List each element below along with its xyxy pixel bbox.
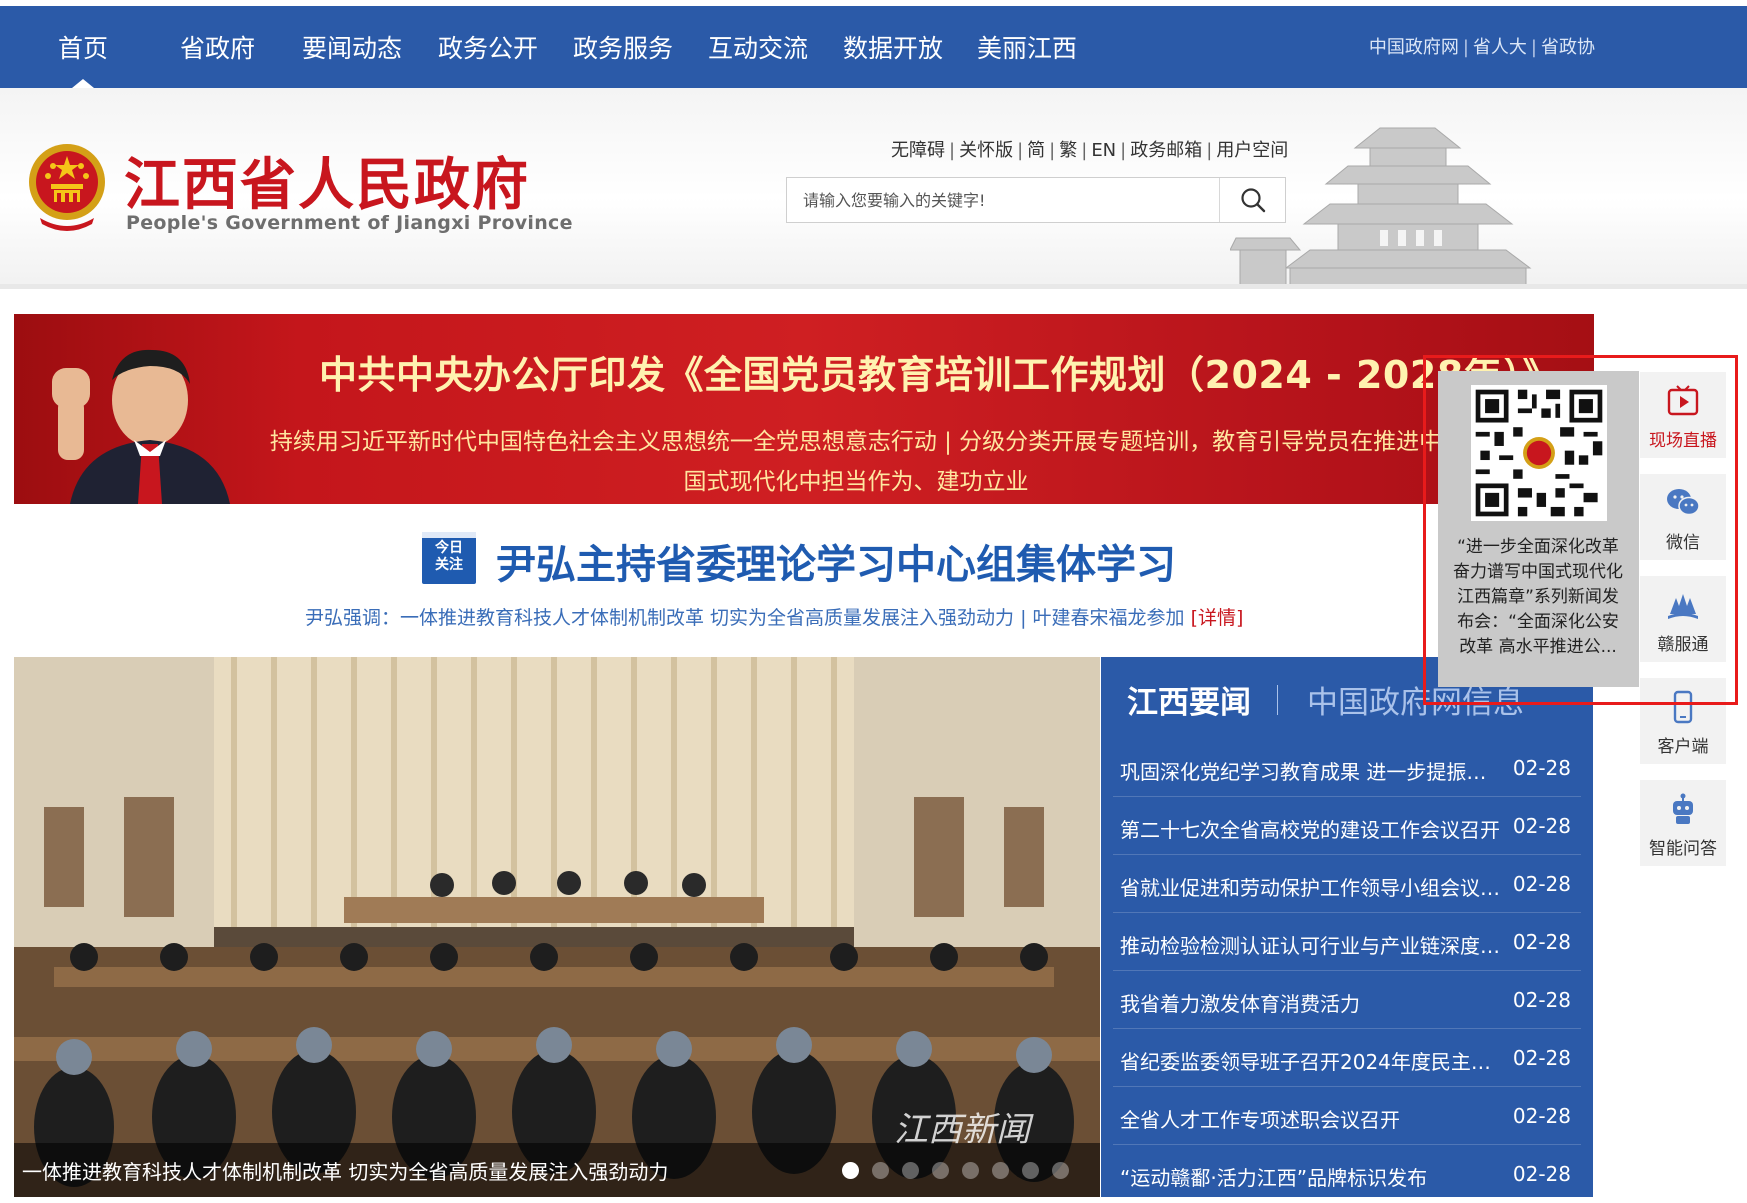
external-links: 中国政府网 | 省人大 | 省政协: [1368, 37, 1595, 58]
news-title[interactable]: 全省人才工作专项述职会议召开: [1120, 1104, 1500, 1133]
site-header: 江西省人民政府 People's Government of Jiangxi P…: [0, 88, 1747, 288]
nav-government-affairs[interactable]: 政务公开: [438, 6, 538, 88]
news-date: 02-28: [1512, 1162, 1571, 1186]
news-date: 02-28: [1512, 988, 1571, 1012]
news-date: 02-28: [1512, 930, 1571, 954]
header-divider: [0, 284, 1747, 289]
news-date: 02-28: [1512, 814, 1571, 838]
headline-title[interactable]: 尹弘主持省委理论学习中心组集体学习: [496, 532, 1176, 590]
pagoda-illustration: [1230, 127, 1532, 286]
news-item[interactable]: 省就业促进和劳动保护工作领导小组会议召开 02-28: [1113, 855, 1581, 913]
carousel-dots: [842, 1162, 1069, 1179]
smart-qa-button[interactable]: 智能问答: [1640, 780, 1726, 866]
news-title[interactable]: 第二十七次全省高校党的建设工作会议召开: [1120, 814, 1500, 843]
link-accessibility[interactable]: 无障碍: [891, 140, 945, 161]
search-box: [786, 177, 1286, 223]
news-list: 巩固深化党纪学习教育成果 进一步提振干部干事创业精气神 02-28 第二十七次全省…: [1113, 739, 1581, 1203]
headline-detail-link[interactable]: [详情]: [1191, 607, 1244, 629]
nav-open-data[interactable]: 数据开放: [843, 6, 943, 88]
carousel-dot[interactable]: [842, 1162, 859, 1179]
link-traditional[interactable]: 繁: [1059, 140, 1077, 161]
headline-summary[interactable]: 尹弘强调：一体推进教育科技人才体制机制改革 切实为全省高质量发展注入强劲动力 |…: [305, 607, 1185, 629]
link-china-gov[interactable]: 中国政府网: [1369, 37, 1459, 58]
nav-provincial-government[interactable]: 省政府: [180, 6, 255, 88]
nav-beautiful-jiangxi[interactable]: 美丽江西: [977, 6, 1077, 88]
nav-interaction[interactable]: 互动交流: [708, 6, 808, 88]
national-emblem-icon[interactable]: [26, 142, 108, 234]
today-focus-badge: 今日关注: [422, 532, 476, 584]
news-date: 02-28: [1512, 1104, 1571, 1128]
link-gov-mail[interactable]: 政务邮箱: [1130, 140, 1202, 161]
news-photo-carousel[interactable]: 江西新闻 一体推进教育科技人才体制机制改革 切实为全省高质量发展注入强劲动力: [14, 657, 1100, 1197]
highlight-annotation-box: [1423, 355, 1738, 705]
news-date: 02-28: [1512, 872, 1571, 896]
photo-caption[interactable]: 一体推进教育科技人才体制机制改革 切实为全省高质量发展注入强劲动力: [22, 1156, 668, 1185]
news-item[interactable]: 巩固深化党纪学习教育成果 进一步提振干部干事创业精气神 02-28: [1113, 739, 1581, 797]
news-item[interactable]: 省纪委监委领导班子召开2024年度民主生活会 02-28: [1113, 1029, 1581, 1087]
carousel-dot[interactable]: [992, 1162, 1009, 1179]
link-provincial-congress[interactable]: 省人大: [1473, 37, 1527, 58]
news-item[interactable]: 第二十七次全省高校党的建设工作会议召开 02-28: [1113, 797, 1581, 855]
robot-icon: [1673, 793, 1693, 824]
carousel-dot[interactable]: [962, 1162, 979, 1179]
news-date: 02-28: [1512, 756, 1571, 780]
news-title[interactable]: 推动检验检测认证认可行业与产业链深度融合: [1120, 930, 1500, 959]
link-simplified[interactable]: 简: [1027, 140, 1045, 161]
news-item[interactable]: “运动赣鄱·活力江西”品牌标识发布 02-28: [1113, 1145, 1581, 1203]
featured-banner[interactable]: 中共中央办公厅印发《全国党员教育培训工作规划（2024 - 2028年）》 持续…: [14, 314, 1594, 504]
news-date: 02-28: [1512, 1046, 1571, 1070]
carousel-dot[interactable]: [872, 1162, 889, 1179]
link-care-mode[interactable]: 关怀版: [959, 140, 1013, 161]
site-title[interactable]: 江西省人民政府: [124, 140, 530, 221]
tab-jiangxi-news[interactable]: 江西要闻: [1127, 677, 1251, 722]
news-item[interactable]: 我省着力激发体育消费活力 02-28: [1113, 971, 1581, 1029]
nav-home[interactable]: 首页: [58, 6, 108, 88]
float-label: 智能问答: [1649, 839, 1717, 859]
banner-subtitle: 持续用习近平新时代中国特色社会主义思想统一全党思想意志行动 | 分级分类开展专题…: [269, 429, 1443, 495]
float-label: 客户端: [1657, 737, 1709, 757]
link-english[interactable]: EN: [1091, 140, 1116, 161]
news-title[interactable]: 我省着力激发体育消费活力: [1120, 988, 1500, 1017]
banner-title[interactable]: 中共中央办公厅印发《全国党员教育培训工作规划（2024 - 2028年）》: [319, 344, 1560, 399]
news-panel: 江西要闻 中国政府网信息 巩固深化党纪学习教育成果 进一步提振干部干事创业精气神…: [1101, 657, 1593, 1197]
utility-links: 无障碍 | 关怀版 | 简 | 繁 | EN | 政务邮箱 | 用户空间: [891, 140, 1289, 161]
leader-photo: [52, 349, 230, 504]
tab-divider: [1277, 685, 1278, 715]
carousel-dot[interactable]: [902, 1162, 919, 1179]
top-navigation-bar: 首页 省政府 要闻动态 政务公开 政务服务 互动交流 数据开放 美丽江西 中国政…: [0, 6, 1747, 88]
carousel-dot[interactable]: [1022, 1162, 1039, 1179]
search-input[interactable]: [787, 178, 1219, 222]
news-item[interactable]: 全省人才工作专项述职会议召开 02-28: [1113, 1087, 1581, 1145]
news-title[interactable]: “运动赣鄱·活力江西”品牌标识发布: [1120, 1162, 1500, 1191]
news-title[interactable]: 巩固深化党纪学习教育成果 进一步提振干部干事创业精气神: [1120, 756, 1500, 785]
link-provincial-cppcc[interactable]: 省政协: [1541, 37, 1595, 58]
nav-government-services[interactable]: 政务服务: [573, 6, 673, 88]
nav-news[interactable]: 要闻动态: [302, 6, 402, 88]
carousel-dot[interactable]: [932, 1162, 949, 1179]
today-focus-label: 今日关注: [435, 540, 463, 573]
news-title[interactable]: 省就业促进和劳动保护工作领导小组会议召开: [1120, 872, 1500, 901]
news-item[interactable]: 推动检验检测认证认可行业与产业链深度融合 02-28: [1113, 913, 1581, 971]
news-title[interactable]: 省纪委监委领导班子召开2024年度民主生活会: [1120, 1046, 1500, 1075]
headline-subtitle: 尹弘强调：一体推进教育科技人才体制机制改革 切实为全省高质量发展注入强劲动力 |…: [305, 603, 1243, 630]
carousel-dot[interactable]: [1052, 1162, 1069, 1179]
site-subtitle: People's Government of Jiangxi Province: [126, 212, 573, 234]
